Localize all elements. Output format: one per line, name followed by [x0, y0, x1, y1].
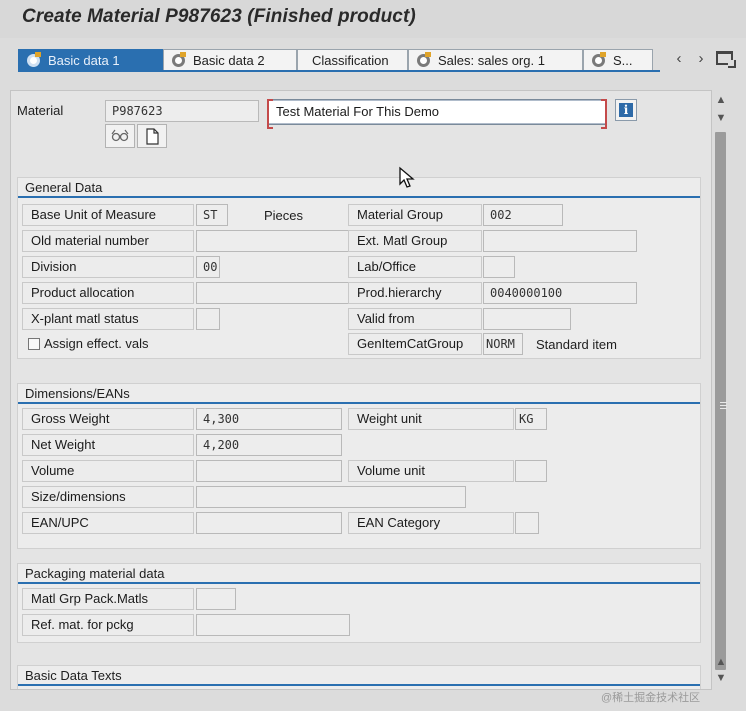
material-description-input[interactable]: Test Material For This Demo — [267, 99, 607, 129]
weight-unit-label: Weight unit — [348, 408, 514, 430]
view-icon — [172, 52, 186, 67]
base-unit-label: Base Unit of Measure — [22, 204, 194, 226]
volume-unit-label: Volume unit — [348, 460, 514, 482]
division-label: Division — [22, 256, 194, 278]
material-group-field[interactable]: 002 — [483, 204, 563, 226]
tab-list-icon[interactable] — [716, 51, 736, 68]
vertical-scrollbar[interactable]: ▲ ▼ ▲ ▼ — [712, 90, 730, 690]
old-material-label: Old material number — [22, 230, 194, 252]
valid-from-field[interactable] — [483, 308, 571, 330]
gen-item-cat-text: Standard item — [536, 337, 617, 352]
size-dimensions-label: Size/dimensions — [22, 486, 194, 508]
tab-label: Sales: sales org. 1 — [438, 53, 545, 68]
group-title: Dimensions/EANs — [18, 384, 700, 404]
ean-category-label: EAN Category — [348, 512, 514, 534]
ext-matl-group-label: Ext. Matl Group — [348, 230, 482, 252]
volume-field[interactable] — [196, 460, 342, 482]
scroll-up-icon[interactable]: ▲ — [715, 656, 727, 668]
division-field[interactable]: 00 — [196, 256, 220, 278]
xplant-status-field[interactable] — [196, 308, 220, 330]
xplant-status-label: X-plant matl status — [22, 308, 194, 330]
window-title: Create Material P987623 (Finished produc… — [22, 6, 416, 27]
view-icon — [592, 52, 606, 67]
tab-label: Basic data 1 — [48, 53, 120, 68]
tab-underline — [18, 70, 660, 72]
tab-sales-org-1[interactable]: Sales: sales org. 1 — [408, 49, 583, 71]
dimensions-group: Dimensions/EANs Gross Weight 4,300 Weigh… — [17, 383, 701, 549]
watermark: @稀土掘金技术社区 — [601, 692, 701, 704]
view-icon — [27, 52, 41, 67]
tab-basic-data-2[interactable]: Basic data 2 — [163, 49, 297, 71]
tab-basic-data-1[interactable]: Basic data 1 — [18, 49, 163, 71]
lab-office-label: Lab/Office — [348, 256, 482, 278]
volume-unit-field[interactable] — [515, 460, 547, 482]
valid-from-label: Valid from — [348, 308, 482, 330]
ref-mat-pckg-field[interactable] — [196, 614, 350, 636]
basic-data-texts-group: Basic Data Texts — [17, 665, 701, 689]
gross-weight-field[interactable]: 4,300 — [196, 408, 342, 430]
group-title: Packaging material data — [18, 564, 700, 584]
lab-office-field[interactable] — [483, 256, 515, 278]
base-unit-field[interactable]: ST — [196, 204, 228, 226]
gen-item-cat-label: GenItemCatGroup — [348, 333, 482, 355]
scroll-up-icon[interactable]: ▲ — [715, 94, 727, 106]
tab-label: Basic data 2 — [193, 53, 265, 68]
gen-item-cat-field[interactable]: NORM — [483, 333, 523, 355]
title-bar: Create Material P987623 (Finished produc… — [0, 0, 746, 38]
product-allocation-label: Product allocation — [22, 282, 194, 304]
volume-label: Volume — [22, 460, 194, 482]
assign-effect-checkbox[interactable] — [28, 338, 40, 350]
net-weight-label: Net Weight — [22, 434, 194, 456]
scroll-down-icon[interactable]: ▼ — [715, 672, 727, 684]
matl-grp-pack-field[interactable] — [196, 588, 236, 610]
product-allocation-field[interactable] — [196, 282, 350, 304]
gross-weight-label: Gross Weight — [22, 408, 194, 430]
view-icon — [417, 52, 431, 67]
mouse-cursor-icon — [399, 166, 415, 188]
packaging-group: Packaging material data Matl Grp Pack.Ma… — [17, 563, 701, 643]
assign-effect-label: Assign effect. vals — [44, 336, 149, 351]
ext-matl-group-field[interactable] — [483, 230, 637, 252]
material-group-label: Material Group — [348, 204, 482, 226]
group-title: Basic Data Texts — [18, 666, 700, 686]
prod-hierarchy-field[interactable]: 0040000100 — [483, 282, 637, 304]
tab-label: Classification — [312, 53, 389, 68]
matl-grp-pack-label: Matl Grp Pack.Matls — [22, 588, 194, 610]
tab-label: S... — [613, 53, 633, 68]
main-panel: Material P987623 Test Material For This … — [10, 90, 712, 690]
scroll-thumb[interactable] — [715, 132, 727, 670]
tab-classification[interactable]: Classification — [297, 49, 408, 71]
size-dimensions-field[interactable] — [196, 486, 466, 508]
base-unit-text: Pieces — [264, 208, 304, 223]
group-title: General Data — [18, 178, 700, 198]
ean-upc-field[interactable] — [196, 512, 342, 534]
document-icon — [146, 128, 159, 145]
glasses-icon — [111, 129, 129, 142]
document-button[interactable] — [137, 124, 167, 148]
chevron-left-icon[interactable]: ‹ — [672, 50, 686, 67]
prod-hierarchy-label: Prod.hierarchy — [348, 282, 482, 304]
info-icon: i — [619, 103, 633, 117]
ean-upc-label: EAN/UPC — [22, 512, 194, 534]
chevron-right-icon[interactable]: › — [694, 50, 708, 67]
general-data-group: General Data Base Unit of Measure ST Pie… — [17, 177, 701, 359]
net-weight-field[interactable]: 4,200 — [196, 434, 342, 456]
weight-unit-field[interactable]: KG — [515, 408, 547, 430]
material-field[interactable]: P987623 — [105, 100, 259, 122]
ref-mat-pckg-label: Ref. mat. for pckg — [22, 614, 194, 636]
scroll-down-icon[interactable]: ▼ — [715, 112, 727, 124]
material-label: Material — [17, 103, 64, 118]
additional-data-button[interactable] — [105, 124, 135, 148]
info-button[interactable]: i — [615, 99, 637, 121]
old-material-field[interactable] — [196, 230, 350, 252]
ean-category-field[interactable] — [515, 512, 539, 534]
tab-more[interactable]: S... — [583, 49, 653, 71]
